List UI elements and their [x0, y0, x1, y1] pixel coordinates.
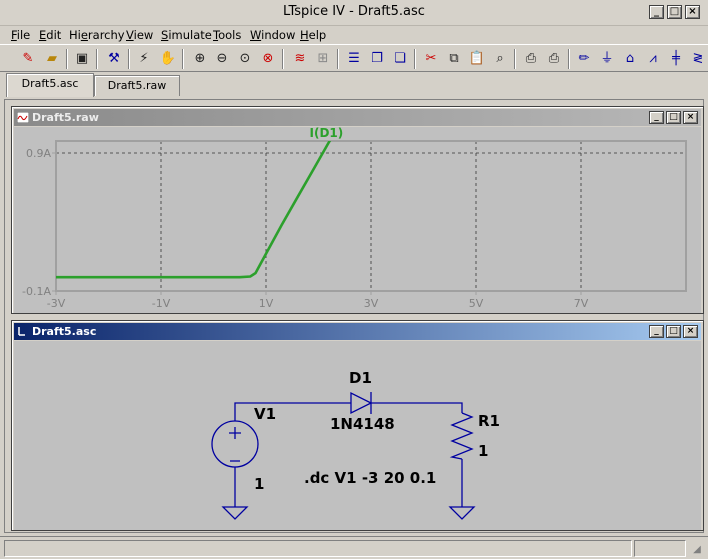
resize-grip-icon[interactable]: ◢: [689, 542, 705, 558]
waveform-title: Draft5.raw: [32, 111, 99, 124]
menu-hierarchy[interactable]: Hierarchy: [69, 28, 125, 42]
resistor-ref-label[interactable]: R1: [478, 412, 500, 430]
print-icon[interactable]: ⎙: [544, 49, 564, 69]
schematic-icon: [18, 327, 25, 336]
close-button[interactable]: ×: [685, 5, 700, 19]
diode-ref-label[interactable]: D1: [349, 369, 372, 387]
x-tick-label: 3V: [364, 297, 379, 310]
zoom-in-icon[interactable]: ⊕: [190, 49, 210, 69]
x-tick-label: 7V: [574, 297, 589, 310]
zoom-out-icon[interactable]: ⊖: [212, 49, 232, 69]
resistor-value-label[interactable]: 1: [478, 442, 488, 460]
maximize-button[interactable]: □: [667, 5, 682, 19]
schematic-maximize-button[interactable]: □: [666, 325, 681, 338]
waveform-minimize-button[interactable]: _: [649, 111, 664, 124]
waveform-window: Draft5.raw _ □ × -3V -1V 1V 3V 5V 7V -0.1A 0.9A…: [11, 106, 704, 314]
minimize-button[interactable]: _: [649, 5, 664, 19]
label-net-icon[interactable]: ⌂: [620, 49, 640, 69]
y-tick-label: -0.1A: [22, 285, 51, 298]
tile-horizontal-icon[interactable]: ☰: [344, 49, 364, 69]
schematic-window: Draft5.asc _ □ × D1 1N4148 V1 1 R1 1 .dc…: [11, 320, 704, 531]
menu-edit[interactable]: Edit: [39, 28, 61, 42]
new-schematic-icon[interactable]: ✎: [18, 49, 38, 69]
cut-icon[interactable]: ✂: [421, 49, 441, 69]
menu-simulate[interactable]: Simulate: [161, 28, 212, 42]
menu-view[interactable]: View: [126, 28, 153, 42]
zoom-cancel-icon[interactable]: ⊗: [258, 49, 278, 69]
ground-icon[interactable]: ⏚: [597, 49, 617, 69]
app-titlebar: LTspice IV - Draft5.asc _ □ ×: [0, 0, 708, 26]
menu-help[interactable]: Help: [300, 28, 326, 42]
save-icon[interactable]: ▣: [72, 49, 92, 69]
source-value-label[interactable]: 1: [254, 475, 264, 493]
schematic-canvas[interactable]: D1 1N4148 V1 1 R1 1 .dc V1 -3 20 0.1: [14, 341, 701, 530]
source-ref-label[interactable]: V1: [254, 405, 276, 423]
diode-value-label[interactable]: 1N4148: [330, 415, 395, 433]
menu-file[interactable]: File: [11, 28, 30, 42]
menu-bar: File Edit Hierarchy View Simulate Tools …: [0, 26, 708, 44]
schematic-titlebar[interactable]: Draft5.asc _ □ ×: [14, 323, 701, 340]
spice-directive[interactable]: .dc V1 -3 20 0.1: [304, 469, 436, 487]
capacitor-icon[interactable]: ╪: [666, 49, 686, 69]
waveform-icon: [17, 112, 29, 123]
close-all-icon[interactable]: ❏: [390, 49, 410, 69]
resistor-icon[interactable]: ⩘: [643, 49, 663, 69]
find-icon[interactable]: ⌕: [490, 49, 510, 69]
waveform-titlebar[interactable]: Draft5.raw _ □ ×: [14, 109, 701, 126]
zoom-fit-icon[interactable]: ⊙: [235, 49, 255, 69]
schematic-title: Draft5.asc: [32, 325, 97, 338]
waveform-close-button[interactable]: ×: [683, 111, 698, 124]
menu-window[interactable]: Window: [250, 28, 295, 42]
y-tick-label: 0.9A: [26, 147, 51, 160]
document-tabs: Draft5.asc Draft5.raw: [0, 72, 708, 98]
draw-wire-icon[interactable]: ✏: [574, 49, 594, 69]
paste-icon[interactable]: 📋: [467, 49, 487, 69]
menu-tools[interactable]: Tools: [213, 28, 241, 42]
window-title: LTspice IV - Draft5.asc: [283, 4, 425, 19]
status-pane-aux: [634, 540, 686, 557]
mdi-area: Draft5.raw _ □ × -3V -1V 1V 3V 5V 7V -0.1A 0.9A…: [4, 99, 704, 533]
schematic-minimize-button[interactable]: _: [649, 325, 664, 338]
control-panel-icon[interactable]: ⚒: [104, 49, 124, 69]
x-tick-label: 5V: [469, 297, 484, 310]
tab-draft5-asc[interactable]: Draft5.asc: [6, 73, 94, 97]
print-setup-icon[interactable]: ⎙: [521, 49, 541, 69]
x-tick-label: -1V: [152, 297, 171, 310]
open-icon[interactable]: ▰: [42, 49, 62, 69]
tab-draft5-raw[interactable]: Draft5.raw: [94, 75, 180, 96]
run-icon[interactable]: ⚡: [134, 49, 154, 69]
x-tick-label: 1V: [259, 297, 274, 310]
schematic-close-button[interactable]: ×: [683, 325, 698, 338]
waveform-plot[interactable]: -3V -1V 1V 3V 5V 7V -0.1A 0.9A I(D1): [14, 127, 701, 313]
waveform-maximize-button[interactable]: □: [666, 111, 681, 124]
halt-icon[interactable]: ✋: [158, 49, 178, 69]
x-tick-label: -3V: [47, 297, 66, 310]
autorange-icon[interactable]: ≋: [290, 49, 310, 69]
status-pane-main: [4, 540, 632, 557]
inductor-icon[interactable]: ≷: [688, 49, 708, 69]
trace-label[interactable]: I(D1): [310, 127, 344, 140]
plot-settings-icon[interactable]: ⊞: [313, 49, 333, 69]
cascade-icon[interactable]: ❐: [367, 49, 387, 69]
copy-icon[interactable]: ⧉: [444, 49, 464, 69]
toolbar: ✎ ▰ ▣ ⚒ ⚡ ✋ ⊕ ⊖ ⊙ ⊗ ≋ ⊞ ☰ ❐ ❏ ✂ ⧉ 📋 ⌕ ⎙ …: [0, 44, 708, 72]
status-bar: ◢: [0, 536, 708, 559]
